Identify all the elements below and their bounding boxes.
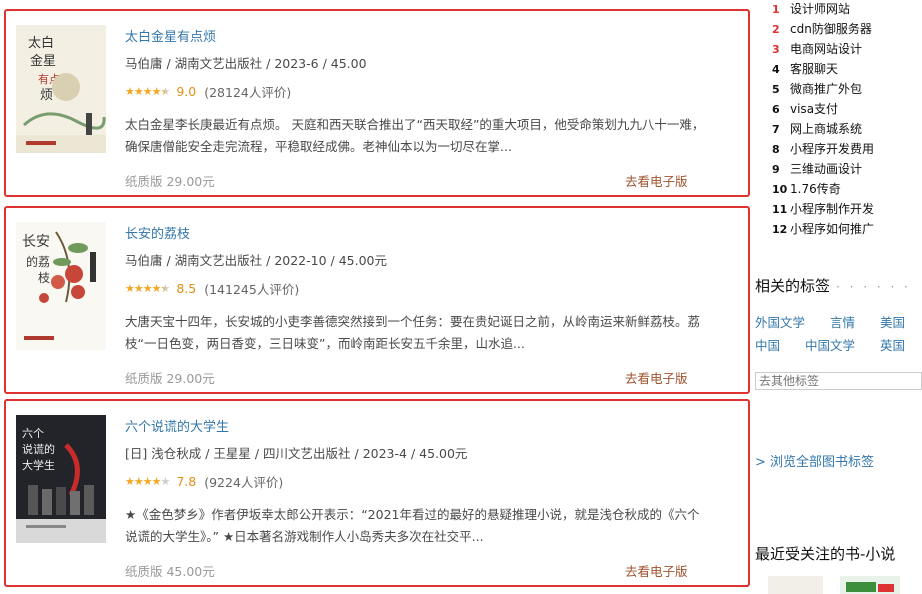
ranking-item[interactable]: 12 小程序如何推广 bbox=[772, 220, 874, 237]
book-cover[interactable]: 太白 金星 有点 烦 bbox=[16, 25, 106, 153]
rating-count: (141245人评价) bbox=[204, 282, 300, 297]
book-description: 太白金星李长庚最近有点烦。 天庭和西天联合推出了“西天取经”的重大项目，他受命策… bbox=[125, 117, 705, 154]
svg-text:的荔: 的荔 bbox=[26, 254, 50, 269]
ranking-link[interactable]: 设计师网站 bbox=[790, 2, 850, 16]
book-description: ★《金色梦乡》作者伊坂幸太郎公开表示：“2021年看过的最好的悬疑推理小说，就是… bbox=[125, 507, 700, 544]
rating-count: (28124人评价) bbox=[204, 85, 292, 100]
rating-score: 8.5 bbox=[176, 281, 197, 296]
ranking-number: 9 bbox=[772, 163, 780, 176]
ranking-item[interactable]: 9 三维动画设计 bbox=[772, 160, 862, 177]
ranking-link[interactable]: 小程序如何推广 bbox=[790, 222, 874, 236]
book-rating: ★★★★★ 8.5 (141245人评价) bbox=[125, 279, 299, 298]
svg-text:大学生: 大学生 bbox=[22, 458, 55, 472]
popular-book-cover[interactable] bbox=[840, 576, 900, 594]
paper-price: 纸质版 29.00元 bbox=[125, 174, 215, 189]
tag-search-input[interactable] bbox=[755, 372, 922, 390]
rating-stars-icon: ★★★★★ bbox=[125, 475, 170, 488]
book-publication-info: 马伯庸 / 湖南文艺出版社 / 2022-10 / 45.00元 bbox=[125, 253, 387, 268]
tag-link[interactable]: 中国 bbox=[755, 335, 780, 354]
ranking-item[interactable]: 11 小程序制作开发 bbox=[772, 200, 874, 217]
heading-dots: · · · · · · bbox=[836, 280, 911, 294]
rating-stars-icon: ★★★★★ bbox=[125, 282, 170, 295]
ranking-number: 8 bbox=[772, 143, 780, 156]
rating-score: 7.8 bbox=[176, 474, 197, 489]
ranking-link[interactable]: 网上商城系统 bbox=[790, 122, 862, 136]
ranking-link[interactable]: 微商推广外包 bbox=[790, 82, 862, 96]
popular-book-cover[interactable] bbox=[768, 576, 823, 594]
ranking-number: 4 bbox=[772, 63, 780, 76]
ranking-item[interactable]: 5 微商推广外包 bbox=[772, 80, 862, 97]
ranking-number: 6 bbox=[772, 103, 780, 116]
svg-text:枝: 枝 bbox=[38, 270, 50, 285]
ranking-link[interactable]: 三维动画设计 bbox=[790, 162, 862, 176]
ranking-number: 7 bbox=[772, 123, 780, 136]
ranking-link[interactable]: 客服聊天 bbox=[790, 62, 838, 76]
ranking-link[interactable]: visa支付 bbox=[790, 102, 838, 116]
ranking-number: 12 bbox=[772, 223, 788, 236]
paper-price: 纸质版 29.00元 bbox=[125, 371, 215, 386]
book-card: 太白 金星 有点 烦 太白金星有点烦 马伯庸 / 湖南文艺出版社 / 2023-… bbox=[4, 9, 750, 197]
ranking-item[interactable]: 8 小程序开发费用 bbox=[772, 140, 874, 157]
rating-count: (9224人评价) bbox=[204, 475, 284, 490]
ranking-link[interactable]: 小程序制作开发 bbox=[790, 202, 874, 216]
book-cover-art-icon bbox=[846, 582, 894, 592]
view-ebook-link[interactable]: 去看电子版 bbox=[625, 368, 688, 387]
svg-text:六个: 六个 bbox=[22, 427, 44, 440]
ranking-number: 11 bbox=[772, 203, 788, 216]
book-rating: ★★★★★ 7.8 (9224人评价) bbox=[125, 472, 283, 491]
ranking-link[interactable]: 小程序开发费用 bbox=[790, 142, 874, 156]
svg-text:长安: 长安 bbox=[22, 234, 50, 250]
ranking-number: 5 bbox=[772, 83, 780, 96]
book-card: 长安 的荔 枝 长安的荔枝 马伯庸 / 湖南文艺出版社 / 2022-10 / … bbox=[4, 206, 750, 394]
tag-link[interactable]: 英国 bbox=[880, 335, 905, 354]
book-cover[interactable]: 长安 的荔 枝 bbox=[16, 222, 106, 350]
paper-price: 纸质版 45.00元 bbox=[125, 564, 215, 579]
svg-text:烦: 烦 bbox=[40, 88, 53, 103]
ranking-item[interactable]: 10 1.76传奇 bbox=[772, 180, 841, 197]
svg-text:金星: 金星 bbox=[30, 53, 56, 69]
ranking-item[interactable]: 4 客服聊天 bbox=[772, 60, 838, 77]
rating-stars-icon: ★★★★★ bbox=[125, 85, 170, 98]
book-description: 大唐天宝十四年，长安城的小吏李善德突然接到一个任务：要在贵妃诞日之前，从岭南运来… bbox=[125, 314, 701, 351]
ranking-number: 10 bbox=[772, 183, 788, 196]
book-title-link[interactable]: 长安的荔枝 bbox=[125, 223, 190, 242]
ranking-number: 1 bbox=[772, 3, 780, 16]
ranking-number: 2 bbox=[772, 23, 780, 36]
book-publication-info: [日] 浅仓秋成 / 王星星 / 四川文艺出版社 / 2023-4 / 45.0… bbox=[125, 446, 468, 461]
popular-books-heading: 最近受关注的书-小说 bbox=[755, 545, 896, 563]
ranking-item[interactable]: 7 网上商城系统 bbox=[772, 120, 862, 137]
browse-all-tags-link[interactable]: > 浏览全部图书标签 bbox=[755, 451, 874, 470]
svg-text:太白: 太白 bbox=[28, 35, 54, 51]
ranking-link[interactable]: 1.76传奇 bbox=[790, 182, 841, 196]
book-title-link[interactable]: 六个说谎的大学生 bbox=[125, 416, 229, 435]
ranking-item[interactable]: 1 设计师网站 bbox=[772, 0, 850, 17]
ranking-link[interactable]: 电商网站设计 bbox=[790, 42, 862, 56]
book-card: 六个 说谎的 大学生 六个说谎的大学生 [日] 浅仓秋成 / 王星星 / 四川文… bbox=[4, 399, 750, 587]
tag-link[interactable]: 外国文学 bbox=[755, 312, 805, 331]
svg-text:说谎的: 说谎的 bbox=[22, 442, 55, 456]
tag-link[interactable]: 美国 bbox=[880, 312, 905, 331]
view-ebook-link[interactable]: 去看电子版 bbox=[625, 561, 688, 580]
view-ebook-link[interactable]: 去看电子版 bbox=[625, 171, 688, 190]
book-cover[interactable]: 六个 说谎的 大学生 bbox=[16, 415, 106, 543]
rating-score: 9.0 bbox=[176, 84, 197, 99]
book-title-link[interactable]: 太白金星有点烦 bbox=[125, 26, 216, 45]
related-tags-heading: 相关的标签 · · · · · · bbox=[755, 277, 911, 295]
ranking-item[interactable]: 3 电商网站设计 bbox=[772, 40, 862, 57]
book-rating: ★★★★★ 9.0 (28124人评价) bbox=[125, 82, 291, 101]
ranking-item[interactable]: 6 visa支付 bbox=[772, 100, 838, 117]
ranking-number: 3 bbox=[772, 43, 780, 56]
ranking-link[interactable]: cdn防御服务器 bbox=[790, 22, 872, 36]
tag-link[interactable]: 言情 bbox=[830, 312, 855, 331]
tag-link[interactable]: 中国文学 bbox=[805, 335, 855, 354]
ranking-item[interactable]: 2 cdn防御服务器 bbox=[772, 20, 872, 37]
book-publication-info: 马伯庸 / 湖南文艺出版社 / 2023-6 / 45.00 bbox=[125, 56, 367, 71]
